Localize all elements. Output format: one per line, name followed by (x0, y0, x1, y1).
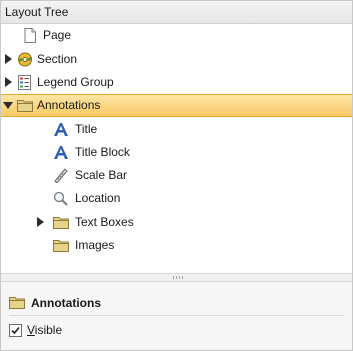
tree-item-page[interactable]: Page (1, 24, 352, 47)
folder-icon (53, 215, 69, 230)
tree-item-label: Images (75, 238, 115, 252)
layout-tree-panel: Layout Tree Page Section Legend Group An… (0, 0, 353, 351)
magnifier-icon (53, 191, 69, 206)
tree-item-title-block[interactable]: Title Block (1, 141, 352, 164)
section-icon (17, 52, 33, 67)
expand-arrow-icon[interactable] (5, 54, 12, 64)
text-a-icon (53, 122, 69, 137)
tree-item-label: Legend Group (37, 75, 114, 89)
expand-arrow-icon[interactable] (37, 217, 44, 227)
tree-item-title[interactable]: Title (1, 118, 352, 141)
tree-item-label: Annotations (37, 98, 101, 112)
tree-item-label: Title (75, 122, 98, 136)
folder-icon (9, 295, 25, 310)
tree-item-label: Page (43, 28, 72, 42)
tree-item-location[interactable]: Location (1, 187, 352, 210)
tree-item-label: Text Boxes (75, 215, 134, 229)
collapse-arrow-icon[interactable] (3, 102, 13, 109)
properties-panel: Annotations Visible (1, 282, 352, 350)
tree-item-label: Location (75, 191, 121, 205)
visible-checkbox-label[interactable]: Visible (27, 323, 62, 337)
folder-icon (53, 238, 69, 253)
panel-title: Layout Tree (5, 5, 69, 19)
panel-splitter[interactable] (1, 273, 352, 282)
tree-item-label: Section (37, 52, 78, 66)
tree-item-annotations[interactable]: Annotations (1, 94, 352, 117)
text-a-icon (53, 145, 69, 160)
divider (9, 315, 344, 316)
tree-item-label: Scale Bar (75, 168, 128, 182)
tree-item-legend-group[interactable]: Legend Group (1, 71, 352, 94)
expand-arrow-icon[interactable] (5, 77, 12, 87)
panel-title-bar: Layout Tree (1, 1, 352, 24)
ruler-icon (53, 168, 69, 184)
legend-icon (17, 75, 33, 90)
splitter-grip-icon[interactable] (173, 276, 183, 279)
visible-checkbox[interactable] (9, 324, 22, 337)
tree-item-section[interactable]: Section (1, 48, 352, 71)
tree-item-scale-bar[interactable]: Scale Bar (1, 164, 352, 187)
tree-item-label: Title Block (75, 145, 130, 159)
properties-title: Annotations (31, 296, 101, 310)
folder-icon (17, 98, 33, 113)
page-icon (22, 28, 38, 43)
tree-item-images[interactable]: Images (1, 234, 352, 257)
tree-item-text-boxes[interactable]: Text Boxes (1, 211, 352, 234)
layout-tree[interactable]: Page Section Legend Group Annotations Ti… (1, 24, 352, 272)
